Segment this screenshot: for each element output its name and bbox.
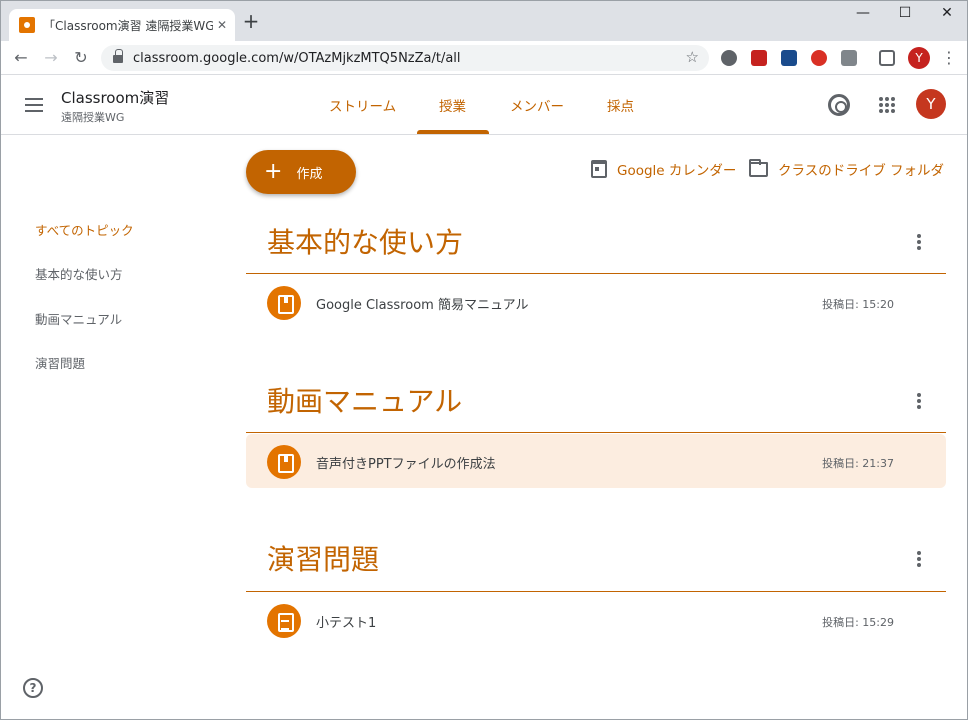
settings-gear-icon[interactable] — [828, 94, 850, 116]
address-bar[interactable]: classroom.google.com/w/OTAzMjkzMTQ5NzZa/… — [101, 45, 709, 71]
topic-title[interactable]: 演習問題 — [267, 538, 379, 578]
tab-grades[interactable]: 採点 — [607, 95, 634, 115]
back-icon[interactable]: ← — [9, 46, 33, 70]
item-posted-time: 投稿日: 21:37 — [822, 457, 894, 470]
tab-classwork[interactable]: 授業 — [439, 95, 466, 115]
drive-extension-icon[interactable] — [721, 50, 737, 66]
browser-toolbar: ← → ↻ classroom.google.com/w/OTAzMjkzMTQ… — [1, 41, 967, 75]
bookmark-star-icon[interactable]: ☆ — [686, 48, 699, 66]
topic-title[interactable]: 動画マニュアル — [267, 380, 462, 420]
classwork-item[interactable]: 小テスト1 投稿日: 15:29 — [246, 593, 946, 647]
minimize-button[interactable]: — — [843, 5, 883, 21]
tab-people[interactable]: メンバー — [510, 95, 564, 115]
browser-window: 「Classroom演習 遠隔授業WG」の ✕ + — ☐ ✕ ← → ↻ cl… — [0, 0, 968, 720]
trend-extension-icon[interactable] — [811, 50, 827, 66]
class-section: 遠隔授業WG — [61, 111, 125, 124]
sidebar-item-exercises[interactable]: 演習問題 — [35, 353, 85, 372]
close-window-button[interactable]: ✕ — [927, 5, 967, 21]
topic-title[interactable]: 基本的な使い方 — [267, 221, 463, 261]
classroom-favicon-icon — [19, 17, 35, 33]
sidebar-item-basics[interactable]: 基本的な使い方 — [35, 264, 123, 283]
browser-tab[interactable]: 「Classroom演習 遠隔授業WG」の ✕ — [9, 9, 235, 41]
assignment-icon — [267, 604, 301, 638]
url-text: classroom.google.com/w/OTAzMjkzMTQ5NzZa/… — [133, 50, 461, 66]
sidebar-item-all-topics[interactable]: すべてのトピック — [35, 220, 134, 239]
classwork-item[interactable]: 音声付きPPTファイルの作成法 投稿日: 21:37 — [246, 434, 946, 488]
item-posted-time: 投稿日: 15:29 — [822, 616, 894, 629]
security-extension-icon[interactable] — [781, 50, 797, 66]
topic-more-icon[interactable] — [916, 393, 922, 409]
calendar-label: Google カレンダー — [617, 163, 737, 179]
forward-icon[interactable]: → — [39, 46, 63, 70]
material-icon — [267, 445, 301, 479]
new-tab-button[interactable]: + — [241, 11, 261, 31]
class-name[interactable]: Classroom演習 — [61, 87, 169, 108]
maximize-button[interactable]: ☐ — [885, 5, 925, 21]
drive-folder-link[interactable]: クラスのドライブ フォルダ — [749, 158, 945, 179]
tab-close-icon[interactable]: ✕ — [217, 18, 227, 32]
create-button[interactable]: + 作成 — [246, 150, 356, 194]
cast-extension-icon[interactable] — [841, 50, 857, 66]
material-icon — [267, 286, 301, 320]
profile-avatar-small[interactable]: Y — [908, 47, 930, 69]
item-posted-time: 投稿日: 15:20 — [822, 298, 894, 311]
drive-label: クラスのドライブ フォルダ — [778, 163, 945, 179]
topic-divider — [246, 432, 946, 433]
topic-more-icon[interactable] — [916, 551, 922, 567]
calendar-icon — [591, 160, 607, 178]
item-title: 音声付きPPTファイルの作成法 — [316, 457, 496, 472]
menu-icon[interactable] — [25, 98, 43, 112]
pdf-extension-icon[interactable] — [751, 50, 767, 66]
google-calendar-link[interactable]: Google カレンダー — [591, 159, 736, 179]
reload-icon[interactable]: ↻ — [69, 46, 93, 70]
tab-strip: 「Classroom演習 遠隔授業WG」の ✕ + — ☐ ✕ — [1, 1, 967, 41]
sidebar-item-video-manual[interactable]: 動画マニュアル — [35, 309, 122, 328]
topic-more-icon[interactable] — [916, 234, 922, 250]
classroom-header: Classroom演習 遠隔授業WG ストリーム 授業 メンバー 採点 Y — [1, 75, 967, 135]
classwork-item[interactable]: Google Classroom 簡易マニュアル 投稿日: 15:20 — [246, 275, 946, 329]
google-apps-icon[interactable] — [879, 97, 895, 113]
item-title: Google Classroom 簡易マニュアル — [316, 298, 529, 313]
topic-divider — [246, 273, 946, 274]
account-avatar[interactable]: Y — [916, 89, 946, 119]
browser-menu-icon[interactable]: ⋮ — [937, 46, 961, 70]
active-tab-indicator — [417, 130, 489, 134]
plus-icon: + — [264, 159, 283, 184]
folder-icon — [749, 158, 768, 177]
lock-icon — [113, 49, 123, 63]
topic-divider — [246, 591, 946, 592]
help-icon[interactable]: ? — [23, 678, 43, 698]
create-label: 作成 — [296, 166, 323, 182]
cast-icon[interactable] — [879, 50, 895, 66]
item-title: 小テスト1 — [316, 616, 377, 631]
tab-title: 「Classroom演習 遠隔授業WG」の — [43, 18, 213, 33]
tab-stream[interactable]: ストリーム — [329, 95, 396, 115]
